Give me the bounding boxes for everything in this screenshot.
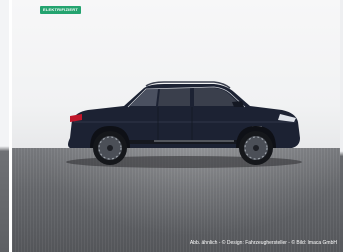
vehicle-photo[interactable]: ELEKTRIFIZIERT Abb. ähnlich - © Design: … [12, 0, 343, 252]
side-mirror [232, 101, 244, 107]
image-copyright-caption: Abb. ähnlich - © Design: Fahrzeugherstel… [189, 240, 337, 246]
rear-door-window [158, 88, 190, 106]
front-wheel [239, 131, 273, 165]
electrified-badge: ELEKTRIFIZIERT [40, 6, 82, 14]
rear-wheel [93, 131, 127, 165]
previous-slide-image[interactable] [0, 0, 9, 252]
vehicle-image-gallery[interactable]: ELEKTRIFIZIERT Abb. ähnlich - © Design: … [0, 0, 343, 252]
suv-side-view [66, 81, 302, 168]
side-skirt-chrome [154, 140, 234, 142]
